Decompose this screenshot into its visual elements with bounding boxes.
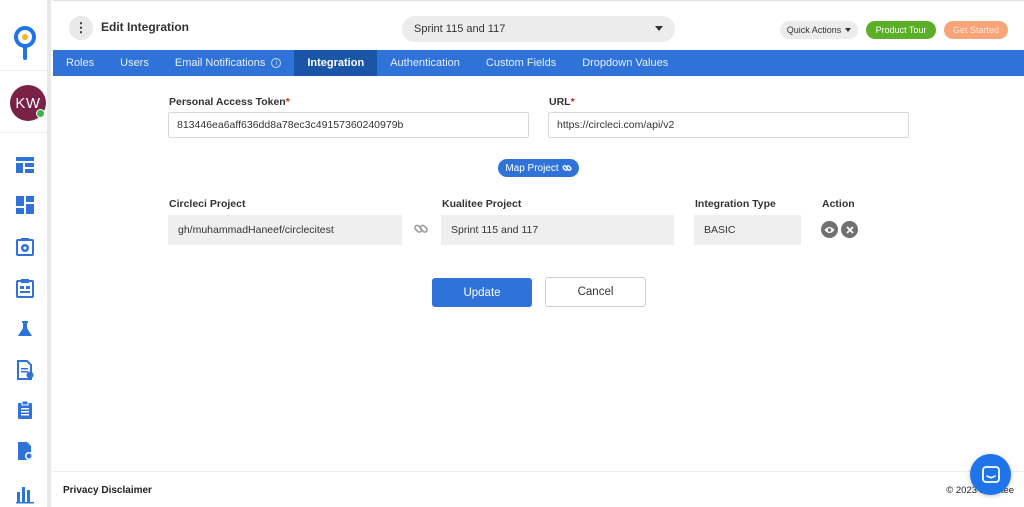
privacy-disclaimer-link[interactable]: Privacy Disclaimer — [63, 485, 152, 496]
settings-tabs: Roles Users Email Notifications i Integra… — [53, 50, 1024, 76]
tab-label: Custom Fields — [485, 57, 557, 69]
update-button[interactable]: Update — [432, 278, 532, 307]
top-header: ⋮ Edit Integration Sprint 115 and 117 Qu… — [53, 0, 1024, 50]
target-project-header: Kualitee Project — [442, 198, 522, 210]
sidebar: KW — [0, 0, 50, 507]
url-label: URL* — [549, 96, 575, 108]
tab-label: Dropdown Values — [582, 57, 669, 69]
source-project-value: gh/muhammadHaneef/circlecitest — [178, 224, 334, 236]
token-value: 813446ea6aff636dd8a78ec3c49157360240979b — [177, 119, 404, 131]
source-project-header: Circleci Project — [169, 198, 246, 210]
kualitee-logo-icon[interactable] — [12, 26, 38, 64]
link-icon — [562, 165, 572, 171]
url-field[interactable]: https://circleci.com/api/v2 — [548, 112, 909, 138]
sprint-selector-value: Sprint 115 and 117 — [414, 23, 506, 35]
token-label: Personal Access Token* — [169, 96, 290, 108]
chat-launcher-button[interactable] — [970, 454, 1011, 495]
tab-label: Users — [120, 57, 149, 69]
tab-custom-fields[interactable]: Custom Fields — [473, 50, 569, 76]
get-started-button[interactable]: Get Started — [944, 21, 1008, 39]
widgets-icon[interactable] — [15, 195, 35, 215]
tab-label: Integration — [307, 57, 365, 69]
bar-chart-icon[interactable] — [15, 484, 35, 504]
url-label-text: URL — [549, 96, 571, 108]
token-label-text: Personal Access Token — [169, 96, 286, 108]
integration-type-field[interactable]: BASIC — [694, 215, 801, 245]
tab-users[interactable]: Users — [107, 50, 162, 76]
source-project-field[interactable]: gh/muhammadHaneef/circlecitest — [168, 215, 402, 245]
sidebar-divider — [0, 132, 47, 133]
report-icon[interactable] — [15, 441, 35, 461]
quick-actions-button[interactable]: Quick Actions — [780, 21, 858, 39]
target-project-value: Sprint 115 and 117 — [451, 224, 539, 236]
token-field[interactable]: 813446ea6aff636dd8a78ec3c49157360240979b — [168, 112, 529, 138]
chevron-down-icon — [655, 26, 663, 31]
tab-dropdown-values[interactable]: Dropdown Values — [569, 50, 681, 76]
app-root: KW ⋮ Edit Integration Sprint 115 and 117… — [0, 0, 1024, 507]
required-mark: * — [570, 96, 575, 108]
url-value: https://circleci.com/api/v2 — [557, 119, 675, 131]
document-icon[interactable] — [15, 360, 35, 380]
integration-type-value: BASIC — [704, 224, 736, 236]
settings-icon[interactable] — [15, 237, 35, 257]
info-icon[interactable]: i — [271, 58, 282, 68]
tab-email-notifications[interactable]: Email Notifications i — [162, 50, 294, 76]
required-mark: * — [285, 96, 290, 108]
link-icon — [414, 224, 428, 233]
tab-label: Authentication — [390, 57, 460, 69]
test-plan-icon[interactable] — [15, 278, 35, 298]
more-options-icon[interactable]: ⋮ — [69, 16, 93, 40]
map-project-label: Map Project — [505, 162, 559, 174]
clipboard-icon[interactable] — [15, 400, 35, 420]
view-button[interactable] — [821, 221, 838, 238]
chat-icon — [981, 465, 1000, 483]
map-project-button[interactable]: Map Project — [498, 159, 579, 177]
tab-label: Email Notifications — [174, 57, 266, 69]
tab-authentication[interactable]: Authentication — [377, 50, 473, 76]
online-status-dot — [36, 109, 45, 118]
sidebar-scrollbar[interactable] — [47, 0, 51, 507]
cancel-button[interactable]: Cancel — [545, 277, 646, 307]
tab-label: Roles — [66, 57, 95, 69]
eye-icon — [824, 226, 835, 233]
remove-button[interactable] — [841, 221, 858, 238]
quick-actions-label: Quick Actions — [786, 25, 842, 35]
caret-down-icon — [845, 28, 852, 32]
page-title: Edit Integration — [101, 20, 189, 34]
sidebar-divider — [0, 70, 47, 71]
integration-type-header: Integration Type — [695, 198, 776, 210]
close-icon — [845, 225, 854, 234]
tab-integration[interactable]: Integration — [294, 50, 378, 76]
dashboard-icon[interactable] — [15, 155, 35, 175]
product-tour-button[interactable]: Product Tour — [866, 21, 936, 39]
target-project-field[interactable]: Sprint 115 and 117 — [441, 215, 674, 245]
sprint-selector[interactable]: Sprint 115 and 117 — [402, 16, 675, 42]
footer: Privacy Disclaimer © 2023 Kualitee — [53, 471, 1024, 507]
tab-roles[interactable]: Roles — [53, 50, 107, 76]
flask-icon[interactable] — [15, 319, 35, 339]
action-header: Action — [822, 198, 855, 210]
